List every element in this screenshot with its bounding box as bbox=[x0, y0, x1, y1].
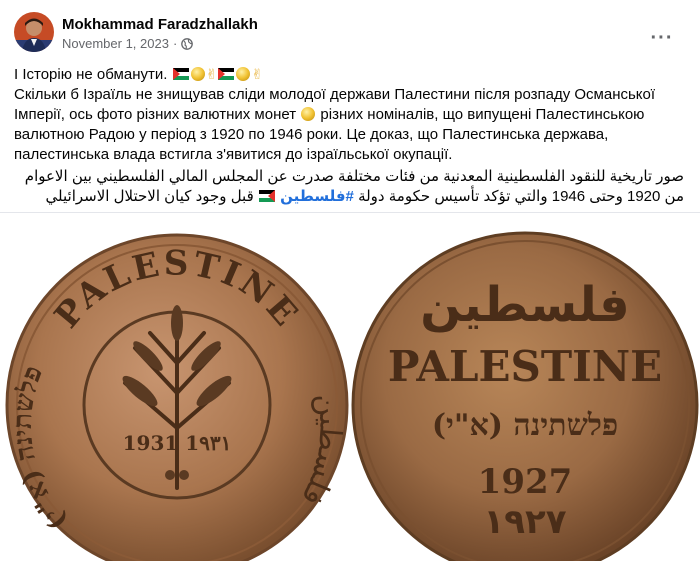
victory-hand-icon: ✌ bbox=[205, 66, 218, 82]
left-coin: PALESTINE פלשתינה (א"י) فلسطين 1931 1٩٣١ bbox=[5, 233, 349, 561]
right-coin-year-arabic: ١٩٢٧ bbox=[483, 502, 566, 542]
right-coin-english: PALESTINE bbox=[388, 342, 662, 391]
palestine-flag-icon bbox=[172, 66, 189, 80]
post-arabic-paragraph: صور تاريخية للنقود الفلسطينية المعدنية م… bbox=[14, 167, 684, 207]
post-subline: November 1, 2023 · bbox=[62, 35, 258, 53]
post-header: Mokhammad Faradzhallakh November 1, 2023… bbox=[14, 12, 686, 56]
post-date[interactable]: November 1, 2023 bbox=[62, 35, 169, 53]
post-ukrainian-paragraph: Скільки б Ізраїль не знищував сліди моло… bbox=[14, 85, 684, 165]
right-coin-hebrew: פלשתינה (א"י) bbox=[432, 408, 618, 443]
hashtag-link[interactable]: #فلسطين bbox=[280, 188, 354, 205]
palestine-flag-icon bbox=[258, 188, 275, 202]
palestine-flag-icon bbox=[218, 66, 235, 80]
globe-icon[interactable] bbox=[181, 38, 194, 50]
more-options-icon: ··· bbox=[650, 27, 674, 49]
more-options-button[interactable]: ··· bbox=[644, 20, 680, 56]
post-meta: Mokhammad Faradzhallakh November 1, 2023… bbox=[62, 12, 258, 53]
right-coin: فلسطين PALESTINE פלשתינה (א"י) 1927 ١٩٢٧ bbox=[351, 231, 699, 561]
author-name[interactable]: Mokhammad Faradzhallakh bbox=[62, 15, 258, 34]
author-avatar[interactable] bbox=[14, 12, 54, 52]
post-line-1: І Історію не обманути. ✌ ✌ bbox=[14, 64, 684, 85]
coin-icon bbox=[301, 107, 316, 121]
post-photo[interactable]: PALESTINE פלשתינה (א"י) فلسطين 1931 1٩٣١… bbox=[0, 213, 700, 561]
coins-image: PALESTINE פלשתינה (א"י) فلسطين 1931 1٩٣١… bbox=[5, 231, 699, 561]
left-coin-date: 1931 1٩٣١ bbox=[123, 431, 232, 455]
arabic-text-2: قبل وجود كيان الاحتلال الاسرائيلي bbox=[45, 188, 254, 205]
facebook-post: Mokhammad Faradzhallakh November 1, 2023… bbox=[0, 0, 700, 561]
victory-hand-icon: ✌ bbox=[251, 66, 264, 82]
post-line-1-text: І Історію не обманути. bbox=[14, 66, 168, 83]
separator-dot: · bbox=[172, 36, 178, 51]
right-coin-year: 1927 bbox=[478, 462, 573, 502]
right-coin-arabic: فلسطين bbox=[420, 277, 629, 333]
coin-icon bbox=[190, 67, 205, 81]
avatar-image bbox=[14, 12, 54, 52]
coin-icon bbox=[236, 67, 251, 81]
post-text: І Історію не обманути. ✌ ✌ Скільки б Ізр… bbox=[14, 64, 684, 207]
